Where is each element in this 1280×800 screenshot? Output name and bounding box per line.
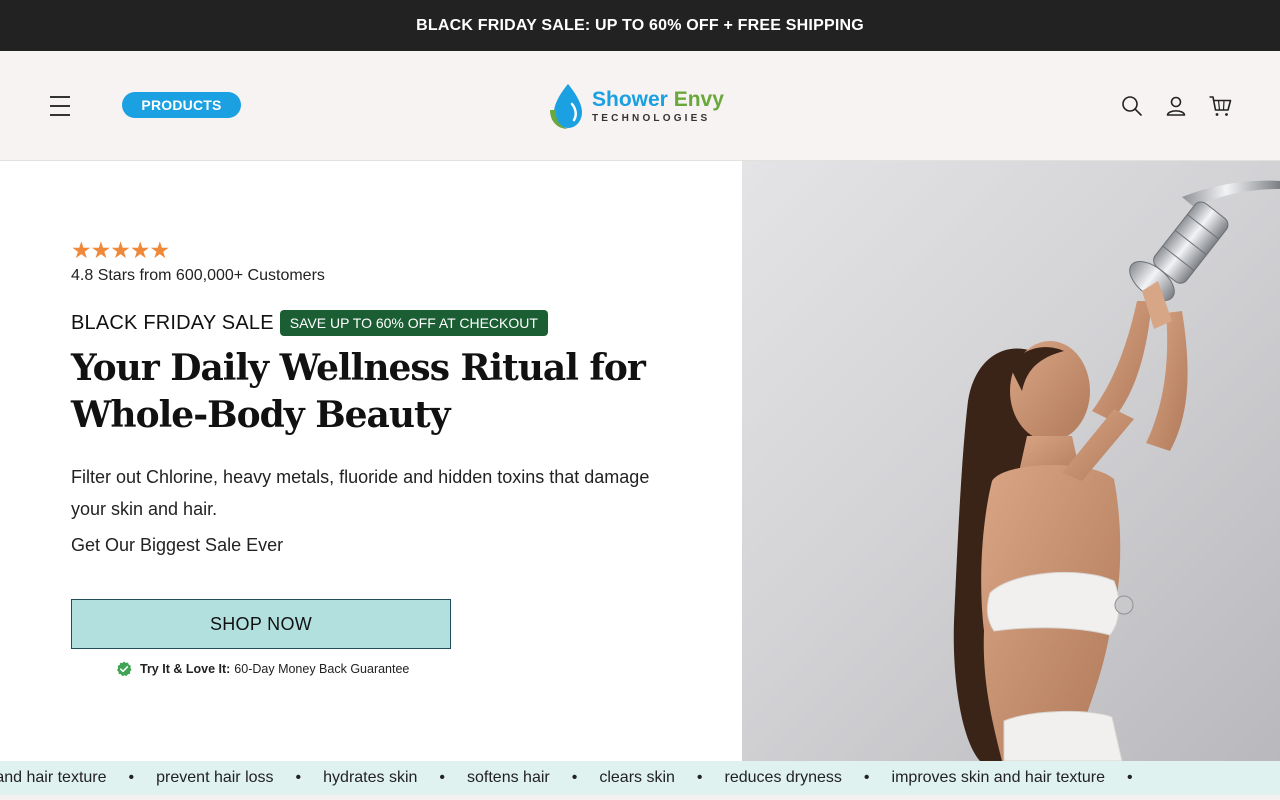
guarantee-text: 60-Day Money Back Guarantee: [234, 662, 410, 676]
ticker-item: improves skin and hair texture: [891, 769, 1105, 786]
ticker-item: hydrates skin: [323, 769, 418, 786]
hero-subtext: Get Our Biggest Sale Ever: [71, 535, 284, 555]
account-icon[interactable]: [1164, 94, 1188, 118]
sale-line: BLACK FRIDAY SALE SAVE UP TO 60% OFF AT …: [71, 310, 548, 336]
woman-showering-photo: [953, 180, 1280, 761]
logo[interactable]: Shower Envy TECHNOLOGIES: [546, 82, 730, 130]
search-icon[interactable]: [1120, 94, 1144, 118]
verified-check-icon: [117, 661, 132, 677]
site-header: PRODUCTS Shower Envy TECHNOLOGIES: [0, 51, 1280, 161]
ticker-separator: •: [571, 769, 578, 786]
shop-now-button[interactable]: SHOP NOW: [71, 599, 451, 649]
guarantee-bold: Try It & Love It:: [140, 662, 231, 676]
logo-subtitle: TECHNOLOGIES: [592, 112, 711, 124]
ticker-separator: •: [128, 769, 135, 786]
hero-content: ★★★★★ 4.8 Stars from 600,000+ Customers …: [0, 161, 742, 761]
ticker-item: reduces dryness: [724, 769, 842, 786]
guarantee: Try It & Love It: 60-Day Money Back Guar…: [116, 661, 409, 677]
ticker-separator: •: [863, 769, 870, 786]
announcement-bar: BLACK FRIDAY SALE: UP TO 60% OFF + FREE …: [0, 0, 1280, 51]
ticker-item: softens hair: [467, 769, 550, 786]
benefits-ticker: n and hair texture • prevent hair loss • hyd…: [0, 761, 1280, 795]
hero-description: Filter out Chlorine, heavy metals, fluor…: [71, 467, 650, 519]
sale-label: BLACK FRIDAY SALE: [71, 311, 274, 334]
rating-text: 4.8 Stars from 600,000+ Customers: [71, 267, 325, 284]
hero-headline: Your Daily Wellness Ritual for Whole-Bod…: [71, 347, 646, 436]
hero-image: [742, 161, 1280, 761]
ticker-item: n and hair texture: [0, 769, 107, 786]
bottom-strip: [0, 795, 1280, 800]
ticker-track: n and hair texture • prevent hair loss • hyd…: [0, 761, 1155, 795]
ticker-separator: •: [1126, 769, 1133, 786]
cart-icon[interactable]: [1208, 94, 1232, 118]
logo-name-part2: Envy: [673, 87, 724, 111]
menu-icon[interactable]: [50, 96, 70, 116]
announcement-text: BLACK FRIDAY SALE: UP TO 60% OFF + FREE …: [416, 16, 864, 34]
logo-name-part1: Shower: [592, 87, 668, 111]
ticker-separator: •: [439, 769, 446, 786]
ticker-item: prevent hair loss: [156, 769, 274, 786]
sale-badge: SAVE UP TO 60% OFF AT CHECKOUT: [279, 310, 548, 336]
ticker-item: clears skin: [599, 769, 675, 786]
products-button[interactable]: PRODUCTS: [122, 92, 241, 118]
ticker-separator: •: [295, 769, 302, 786]
water-drop-leaf-icon: [550, 84, 582, 129]
star-rating-icon: ★★★★★: [71, 237, 170, 263]
ticker-separator: •: [696, 769, 703, 786]
logo-name: Shower Envy: [592, 87, 724, 111]
